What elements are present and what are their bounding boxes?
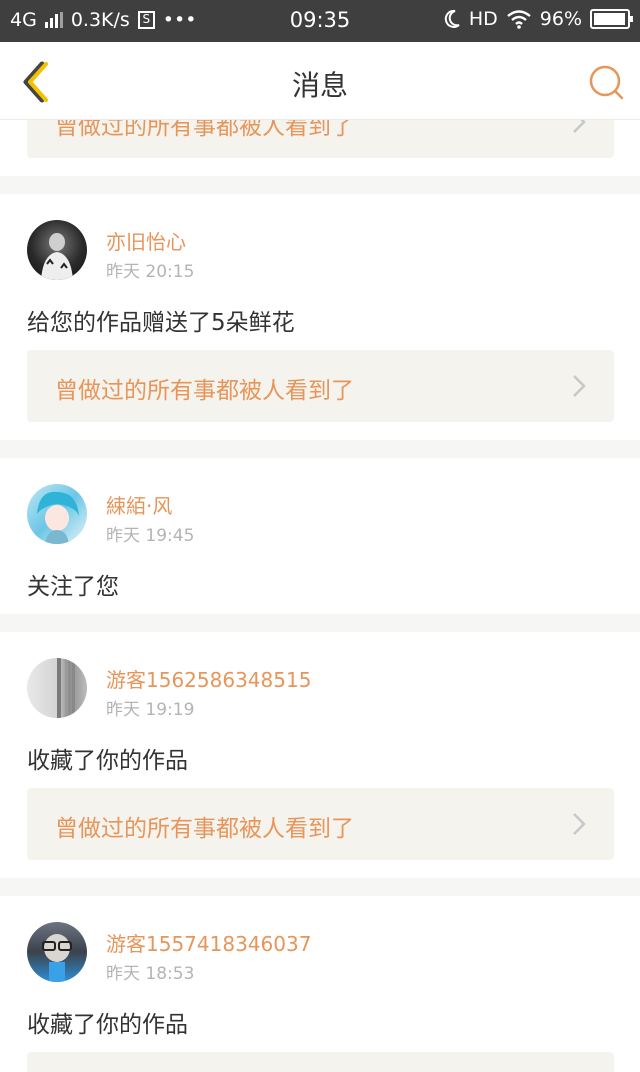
message-list[interactable]: 曾做过的所有事都被人看到了 亦旧怡心 昨天 20:15 给您的作品赠送了5朵鲜花…: [0, 120, 640, 1072]
status-bar: 4G 0.3K/s S ••• 09:35 HD 96%: [0, 0, 640, 42]
list-item: 游客1557418346037 昨天 18:53 收藏了你的作品: [0, 896, 640, 1072]
work-title: 曾做过的所有事都被人看到了: [55, 378, 354, 404]
message-time: 昨天 19:45: [106, 526, 195, 546]
avatar[interactable]: [27, 658, 87, 718]
work-title: 曾做过的所有事都被人看到了: [55, 120, 354, 140]
avatar[interactable]: [27, 922, 87, 982]
search-icon[interactable]: [586, 62, 626, 102]
chevron-right-icon: [573, 813, 586, 835]
message-time: 昨天 20:15: [106, 262, 195, 282]
username[interactable]: 亦旧怡心: [106, 226, 186, 255]
list-item: 亦旧怡心 昨天 20:15 给您的作品赠送了5朵鲜花 曾做过的所有事都被人看到了: [0, 194, 640, 440]
work-link[interactable]: 曾做过的所有事都被人看到了: [27, 120, 614, 158]
message-time: 昨天 18:53: [106, 964, 195, 984]
list-item: 曾做过的所有事都被人看到了: [0, 120, 640, 176]
username[interactable]: 游客1557418346037: [106, 928, 311, 957]
message-time: 昨天 19:19: [106, 700, 195, 720]
list-item: 游客1562586348515 昨天 19:19 收藏了你的作品 曾做过的所有事…: [0, 632, 640, 878]
avatar-image: [41, 233, 73, 280]
username[interactable]: 游客1562586348515: [106, 664, 311, 693]
work-link[interactable]: [27, 1052, 614, 1072]
chevron-right-icon: [573, 375, 586, 397]
moon-icon: [444, 9, 460, 28]
hd-label: HD: [468, 8, 498, 30]
avatar-image: [37, 491, 79, 544]
page-title: 消息: [291, 69, 348, 102]
work-link[interactable]: 曾做过的所有事都被人看到了: [27, 350, 614, 422]
battery-icon: [590, 9, 633, 29]
chevron-right-icon: [573, 120, 586, 133]
status-right: HD 96%: [443, 8, 633, 30]
work-title: 曾做过的所有事都被人看到了: [55, 816, 354, 842]
avatar-image: [42, 934, 72, 982]
message-action: 给您的作品赠送了5朵鲜花: [27, 310, 295, 336]
wifi-icon: [507, 10, 531, 29]
avatar[interactable]: [27, 220, 87, 280]
message-action: 收藏了你的作品: [27, 748, 188, 774]
username[interactable]: 綀絔·风: [106, 490, 172, 519]
message-action: 收藏了你的作品: [27, 1012, 188, 1038]
work-link[interactable]: 曾做过的所有事都被人看到了: [27, 788, 614, 860]
message-action: 关注了您: [27, 574, 119, 600]
nav-bar: 消息: [0, 42, 640, 120]
avatar[interactable]: [27, 484, 87, 544]
list-item: 綀絔·风 昨天 19:45 关注了您: [0, 458, 640, 614]
battery-percent: 96%: [539, 8, 582, 30]
avatar-image: [57, 658, 75, 718]
